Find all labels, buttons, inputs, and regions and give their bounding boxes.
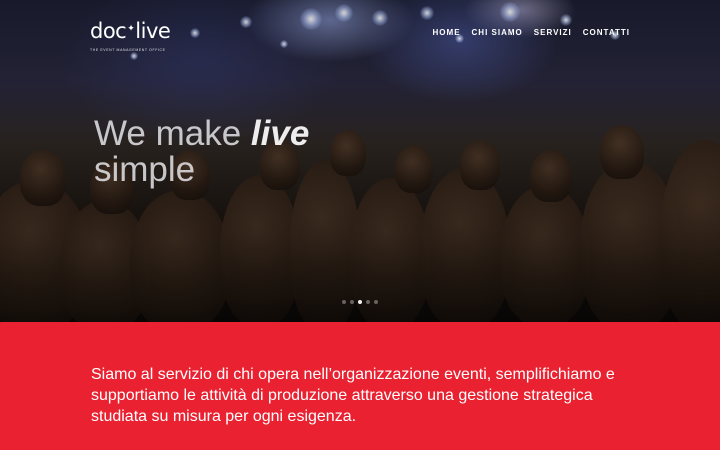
slider-dot-3[interactable] (358, 300, 362, 304)
logo-doc: doc (90, 19, 127, 43)
nav-contatti[interactable]: CONTATTI (583, 28, 630, 37)
intro-text: Siamo al servizio di chi opera nell’orga… (91, 366, 615, 425)
headline-text-1: We make (94, 114, 251, 153)
slider-dot-5[interactable] (374, 300, 378, 304)
slider-dot-2[interactable] (350, 300, 354, 304)
logo-wordmark: doc✦live (90, 19, 171, 47)
slider-dot-1[interactable] (342, 300, 346, 304)
intro-section: Siamo al servizio di chi opera nell’orga… (0, 322, 720, 450)
logo-tagline: The event management office (90, 48, 166, 52)
headline-emphasis: live (250, 114, 310, 153)
nav-chi-siamo[interactable]: CHI SIAMO (472, 28, 523, 37)
slider-pagination (342, 300, 378, 304)
headline-text-2: simple (94, 150, 196, 189)
logo-live: live (135, 19, 171, 43)
brand-logo[interactable]: doc✦live The event management office (90, 19, 171, 52)
nav-home[interactable]: HOME (433, 28, 461, 37)
hero-headline: We make live simple (94, 116, 309, 188)
logo-star-icon: ✦ (127, 24, 135, 34)
slider-dot-4[interactable] (366, 300, 370, 304)
nav-servizi[interactable]: SERVIZI (534, 28, 572, 37)
main-nav: HOME CHI SIAMO SERVIZI CONTATTI (433, 28, 630, 37)
